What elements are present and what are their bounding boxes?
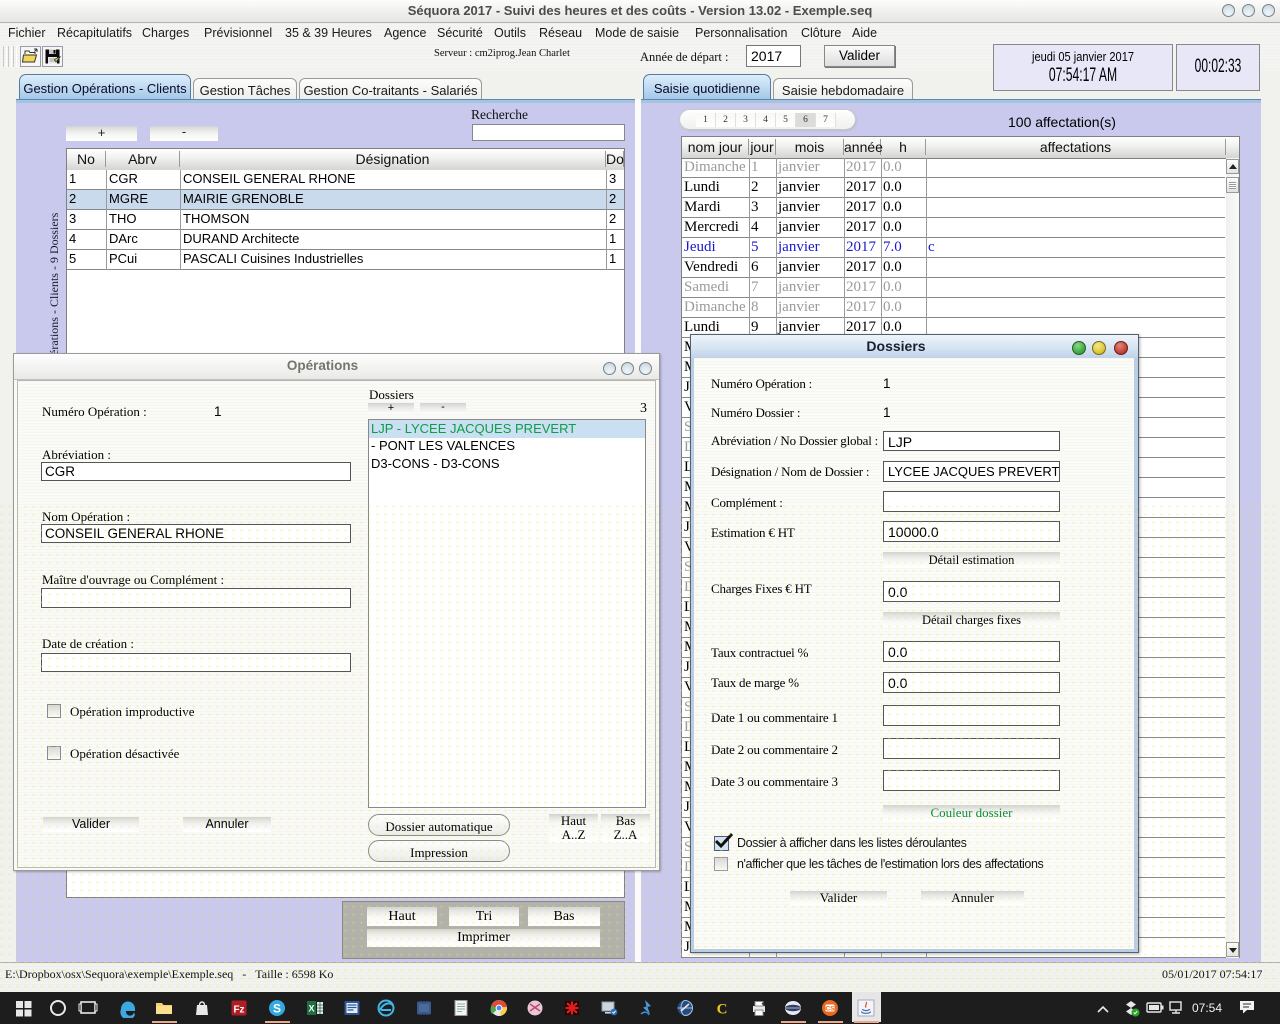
svg-text:CS: CS [825, 1006, 835, 1013]
svg-text:Fz: Fz [233, 1005, 244, 1016]
svg-text:C: C [717, 1002, 728, 1018]
svg-text:X: X [308, 1004, 314, 1014]
svg-text:S: S [273, 1002, 281, 1016]
